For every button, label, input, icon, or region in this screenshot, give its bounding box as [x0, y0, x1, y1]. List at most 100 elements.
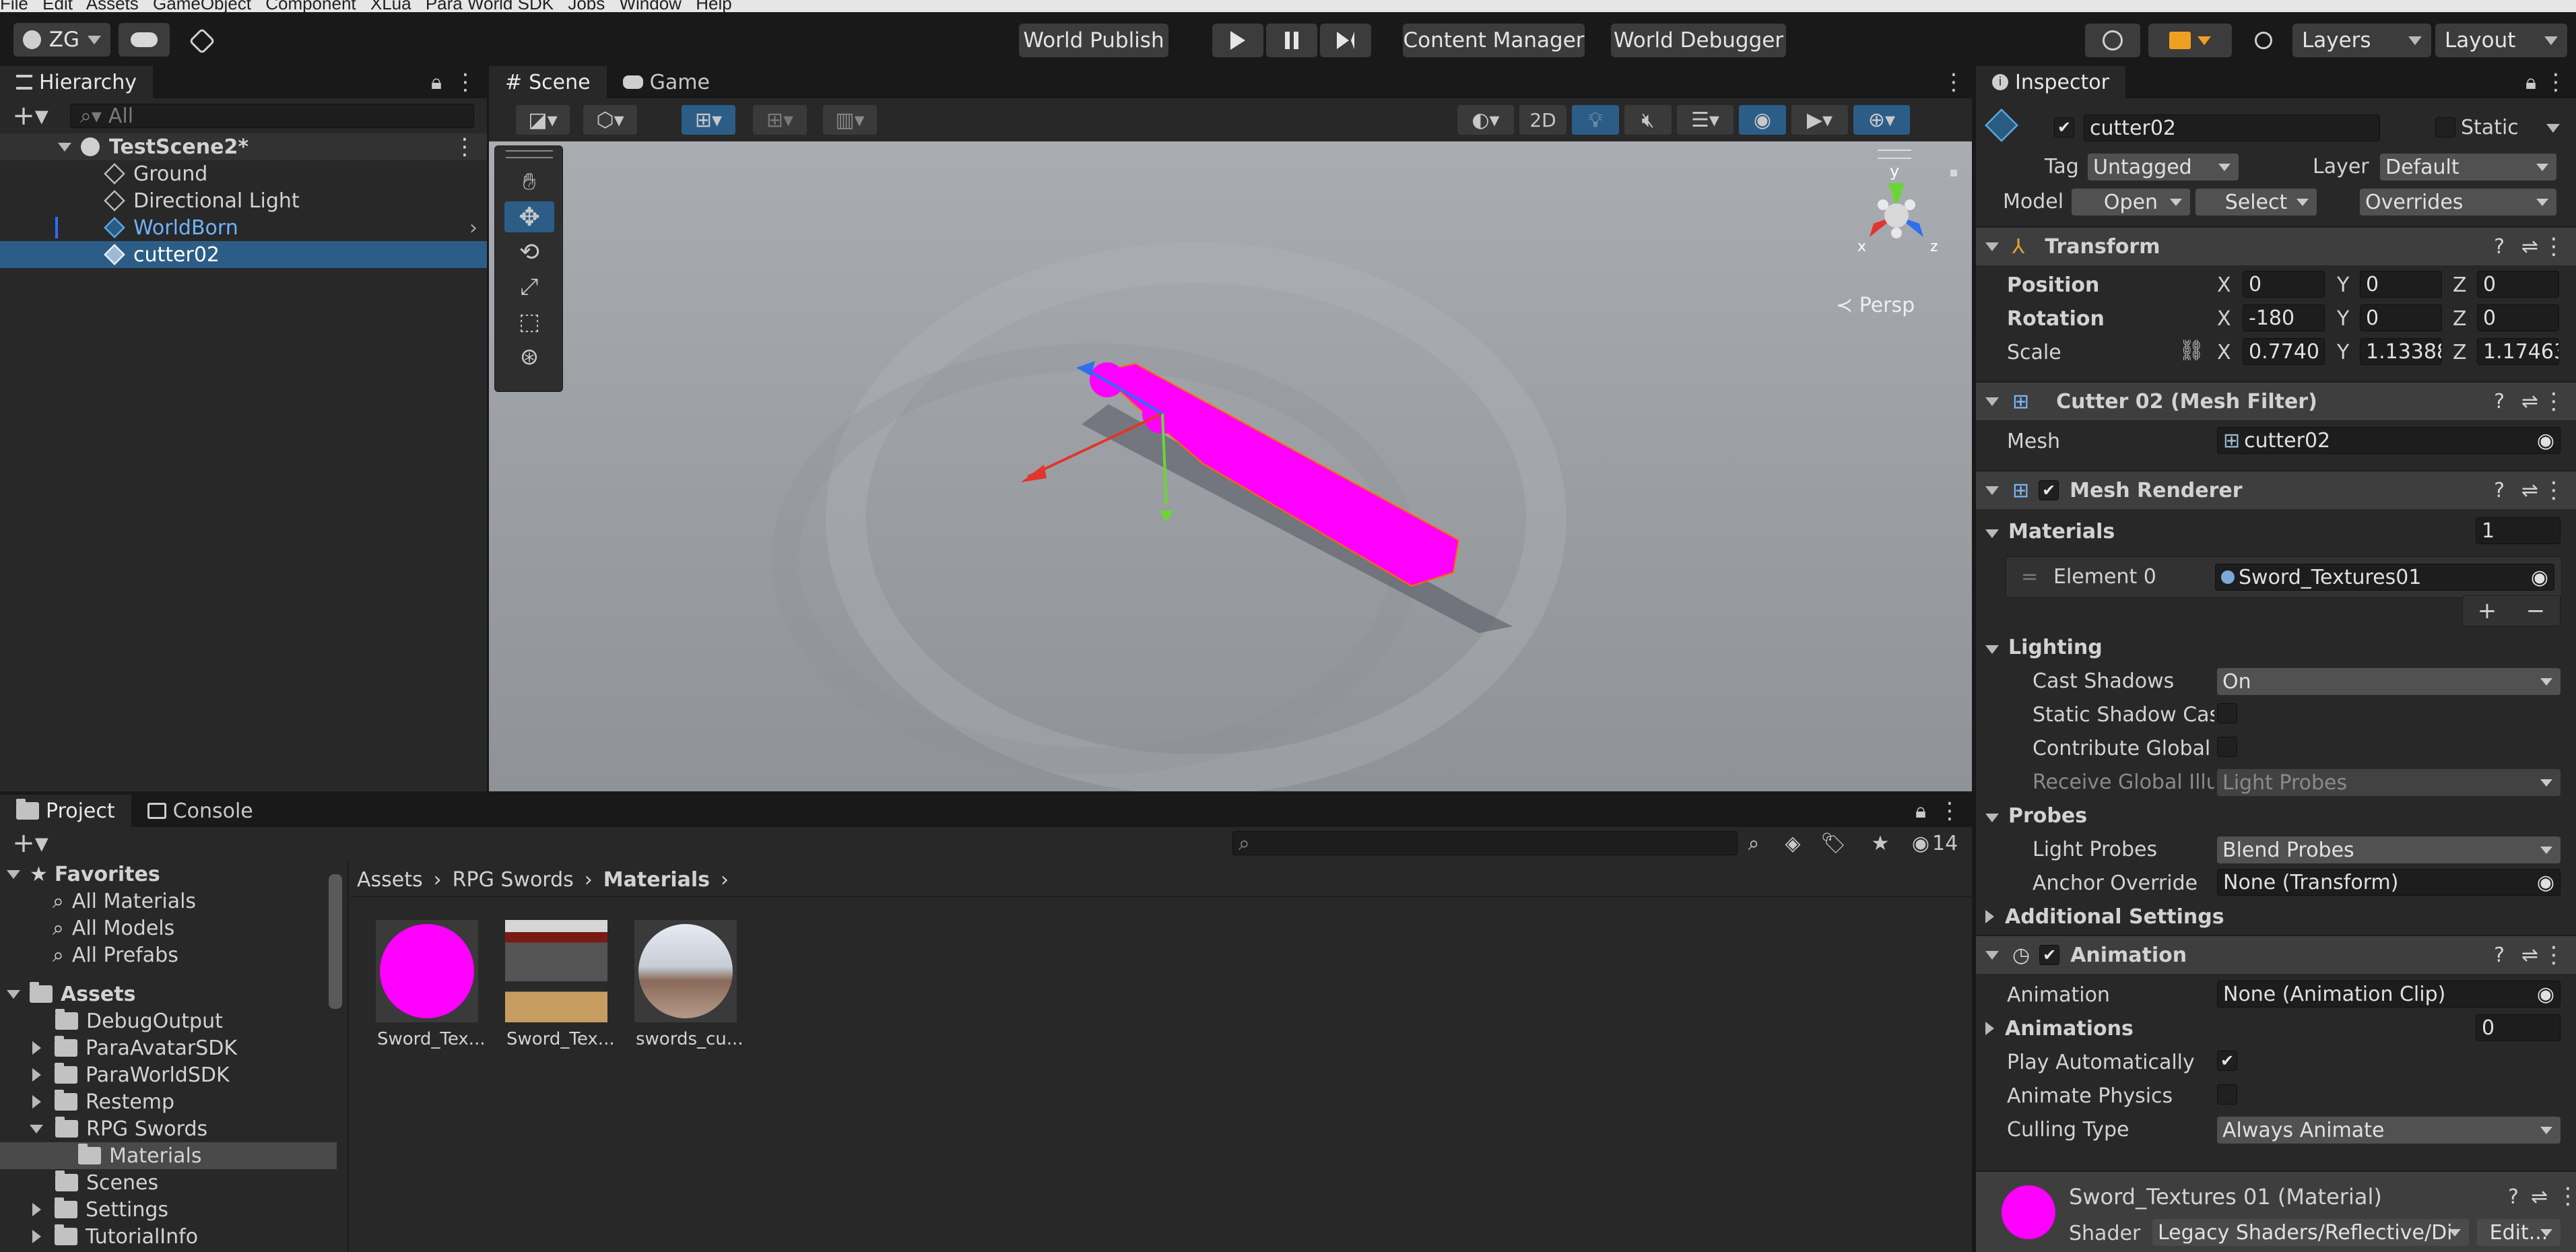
animation-clip-field[interactable]: None (Animation Clip) ◉ [2217, 981, 2561, 1008]
drag-handle-icon[interactable]: = [2021, 565, 2038, 589]
lock-icon[interactable]: 🔒︎ [424, 70, 449, 94]
cloud-button[interactable] [119, 23, 170, 57]
animations-count-field[interactable]: 0 [2476, 1014, 2561, 1041]
light-probes-dropdown[interactable]: Blend Probes [2217, 836, 2561, 863]
rotation-x-field[interactable]: -180 [2243, 304, 2325, 331]
folder-scenes[interactable]: Scenes [0, 1169, 337, 1196]
element0-object-field[interactable]: Sword_Textures01 ◉ [2215, 564, 2554, 591]
preset-icon[interactable]: ⇌ [2521, 235, 2538, 259]
grid-snap-dropdown[interactable]: ⊞▾ [682, 105, 735, 135]
preset-icon[interactable]: ⇌ [2521, 479, 2538, 502]
menu-edit[interactable]: Edit [42, 0, 73, 12]
menu-assets[interactable]: Assets [86, 0, 139, 12]
material-header[interactable]: Sword_Textures 01 (Material) ? ⇌ ⋮ Shade… [1976, 1171, 2576, 1252]
active-checkbox[interactable]: ✔ [2054, 117, 2074, 137]
lighting-toggle[interactable]: 💡︎ [1572, 105, 1619, 135]
overrides-dropdown[interactable]: Overrides [2360, 189, 2556, 216]
rotate-tool-icon[interactable]: ⟲ [504, 236, 554, 267]
splitter[interactable] [348, 861, 349, 1252]
hand-tool-icon[interactable]: ✋︎ [504, 166, 554, 197]
play-button[interactable] [1212, 24, 1263, 57]
more-options-icon[interactable]: ⋮ [2542, 233, 2565, 260]
fav-all-materials[interactable]: ⌕ All Materials [0, 888, 337, 915]
hierarchy-search-input[interactable]: ⌕▾ All [70, 104, 474, 128]
contribute-gi-checkbox[interactable] [2217, 737, 2237, 757]
add-element-button[interactable]: + [2478, 597, 2497, 624]
favorite-star-icon[interactable]: ★ [1865, 830, 1895, 857]
menu-window[interactable]: Window [619, 0, 681, 12]
breadcrumb-rpg-swords[interactable]: RPG Swords [453, 868, 574, 892]
project-search-input[interactable]: ⌕ [1232, 831, 1738, 855]
static-checkbox[interactable] [2435, 117, 2455, 137]
fav-all-prefabs[interactable]: ⌕ All Prefabs [0, 942, 337, 968]
add-button[interactable]: +▾ [7, 100, 54, 131]
lock-icon[interactable]: 🔒︎ [1909, 799, 1933, 823]
hierarchy-item-directional-light[interactable]: Directional Light [0, 187, 487, 214]
audio-toggle[interactable]: 🔇︎ [1624, 105, 1672, 135]
tab-console[interactable]: Console [131, 795, 269, 827]
gizmo-sphere-dropdown[interactable]: ◐▾ [1457, 105, 1514, 135]
orientation-gizmo[interactable]: y x z [1829, 148, 1964, 283]
folder-paraworldsdk[interactable]: ParaWorldSDK [0, 1061, 337, 1088]
gizmos-dropdown[interactable]: ⊕▾ [1853, 105, 1910, 135]
history-button[interactable] [2085, 24, 2140, 57]
receive-gi-dropdown[interactable]: Light Probes [2217, 769, 2561, 796]
static-shadow-caster-checkbox[interactable] [2217, 703, 2237, 723]
remove-element-button[interactable]: − [2526, 597, 2546, 624]
folder-paraavatarsdk[interactable]: ParaAvatarSDK [0, 1034, 337, 1061]
scale-tool-icon[interactable]: ⤢ [504, 271, 554, 302]
materials-count-field[interactable]: 1 [2476, 517, 2561, 544]
position-y-field[interactable]: 0 [2360, 271, 2442, 298]
move-tool-icon[interactable]: ✥ [504, 201, 554, 232]
menu-file[interactable]: File [0, 0, 28, 12]
probes-foldout[interactable]: Probes [1985, 804, 2087, 828]
menu-para-world-sdk[interactable]: Para World SDK [426, 0, 554, 12]
effects-dropdown[interactable]: ☰▾ [1677, 105, 1733, 135]
help-icon[interactable]: ? [2494, 479, 2505, 502]
folder-restemp[interactable]: Restemp [0, 1088, 337, 1115]
hidden-packages-toggle[interactable]: ◉ 14 [1905, 830, 1965, 857]
scale-z-field[interactable]: 1.17463 [2477, 338, 2559, 365]
collab-button[interactable] [176, 24, 228, 58]
more-options-icon[interactable]: ⋮ [1942, 69, 1965, 96]
assets-root[interactable]: Assets [0, 981, 337, 1008]
draw-mode-dropdown[interactable]: ◪▾ [516, 105, 570, 135]
transform-tool-icon[interactable]: ⊛ [504, 341, 554, 372]
step-button[interactable] [1320, 24, 1371, 57]
tab-hierarchy[interactable]: Hierarchy [0, 66, 154, 98]
menu-jobs[interactable]: Jobs [568, 0, 605, 12]
lock-icon[interactable]: 🔒︎ [2519, 70, 2543, 94]
folder-tutorialinfo[interactable]: TutorialInfo [0, 1223, 337, 1250]
menu-xlua[interactable]: XLua [370, 0, 411, 12]
tab-inspector[interactable]: i Inspector [1976, 66, 2125, 98]
static-dropdown-icon[interactable] [2543, 116, 2563, 140]
tag-icon[interactable]: 🏷︎ [1818, 830, 1848, 857]
constrain-proportions-icon[interactable]: ⛓︎ [2178, 338, 2205, 362]
projection-toggle[interactable]: ≺ Persp [1836, 294, 1915, 317]
drag-handle[interactable] [506, 150, 553, 158]
account-dropdown[interactable]: ZG [13, 23, 110, 57]
cast-shadows-dropdown[interactable]: On [2217, 668, 2561, 695]
preset-icon[interactable]: ⇌ [2521, 944, 2538, 967]
materials-foldout[interactable]: Materials [1985, 520, 2115, 543]
help-icon[interactable]: ? [2494, 390, 2505, 414]
asset-thumb-sword-textures-2[interactable]: Sword_Tex... [505, 920, 615, 1061]
layout-dropdown[interactable]: Layout [2435, 24, 2567, 57]
rotation-z-field[interactable]: 0 [2477, 304, 2559, 331]
scene-viewport[interactable]: ✋︎ ✥ ⟲ ⤢ ⬚ ⊛ y x z ≺ Persp [489, 141, 1972, 791]
preset-icon[interactable]: ⇌ [2521, 390, 2538, 414]
model-select-button[interactable]: Select [2195, 189, 2317, 216]
help-icon[interactable]: ? [2508, 1185, 2519, 1209]
fav-all-models[interactable]: ⌕ All Models [0, 915, 337, 942]
animations-foldout[interactable]: Animations [1985, 1017, 2134, 1041]
position-x-field[interactable]: 0 [2243, 271, 2325, 298]
pause-button[interactable] [1266, 24, 1317, 57]
menu-help[interactable]: Help [696, 0, 731, 12]
shader-edit-button[interactable]: Edit... [2477, 1219, 2561, 1246]
create-button[interactable]: +▾ [7, 828, 54, 859]
layers-dropdown[interactable]: Layers [2292, 24, 2431, 57]
help-icon[interactable]: ? [2494, 944, 2505, 967]
anchor-override-field[interactable]: None (Transform) ◉ [2217, 869, 2561, 896]
object-picker-icon[interactable]: ◉ [2531, 566, 2548, 589]
breadcrumb-assets[interactable]: Assets [357, 868, 423, 892]
